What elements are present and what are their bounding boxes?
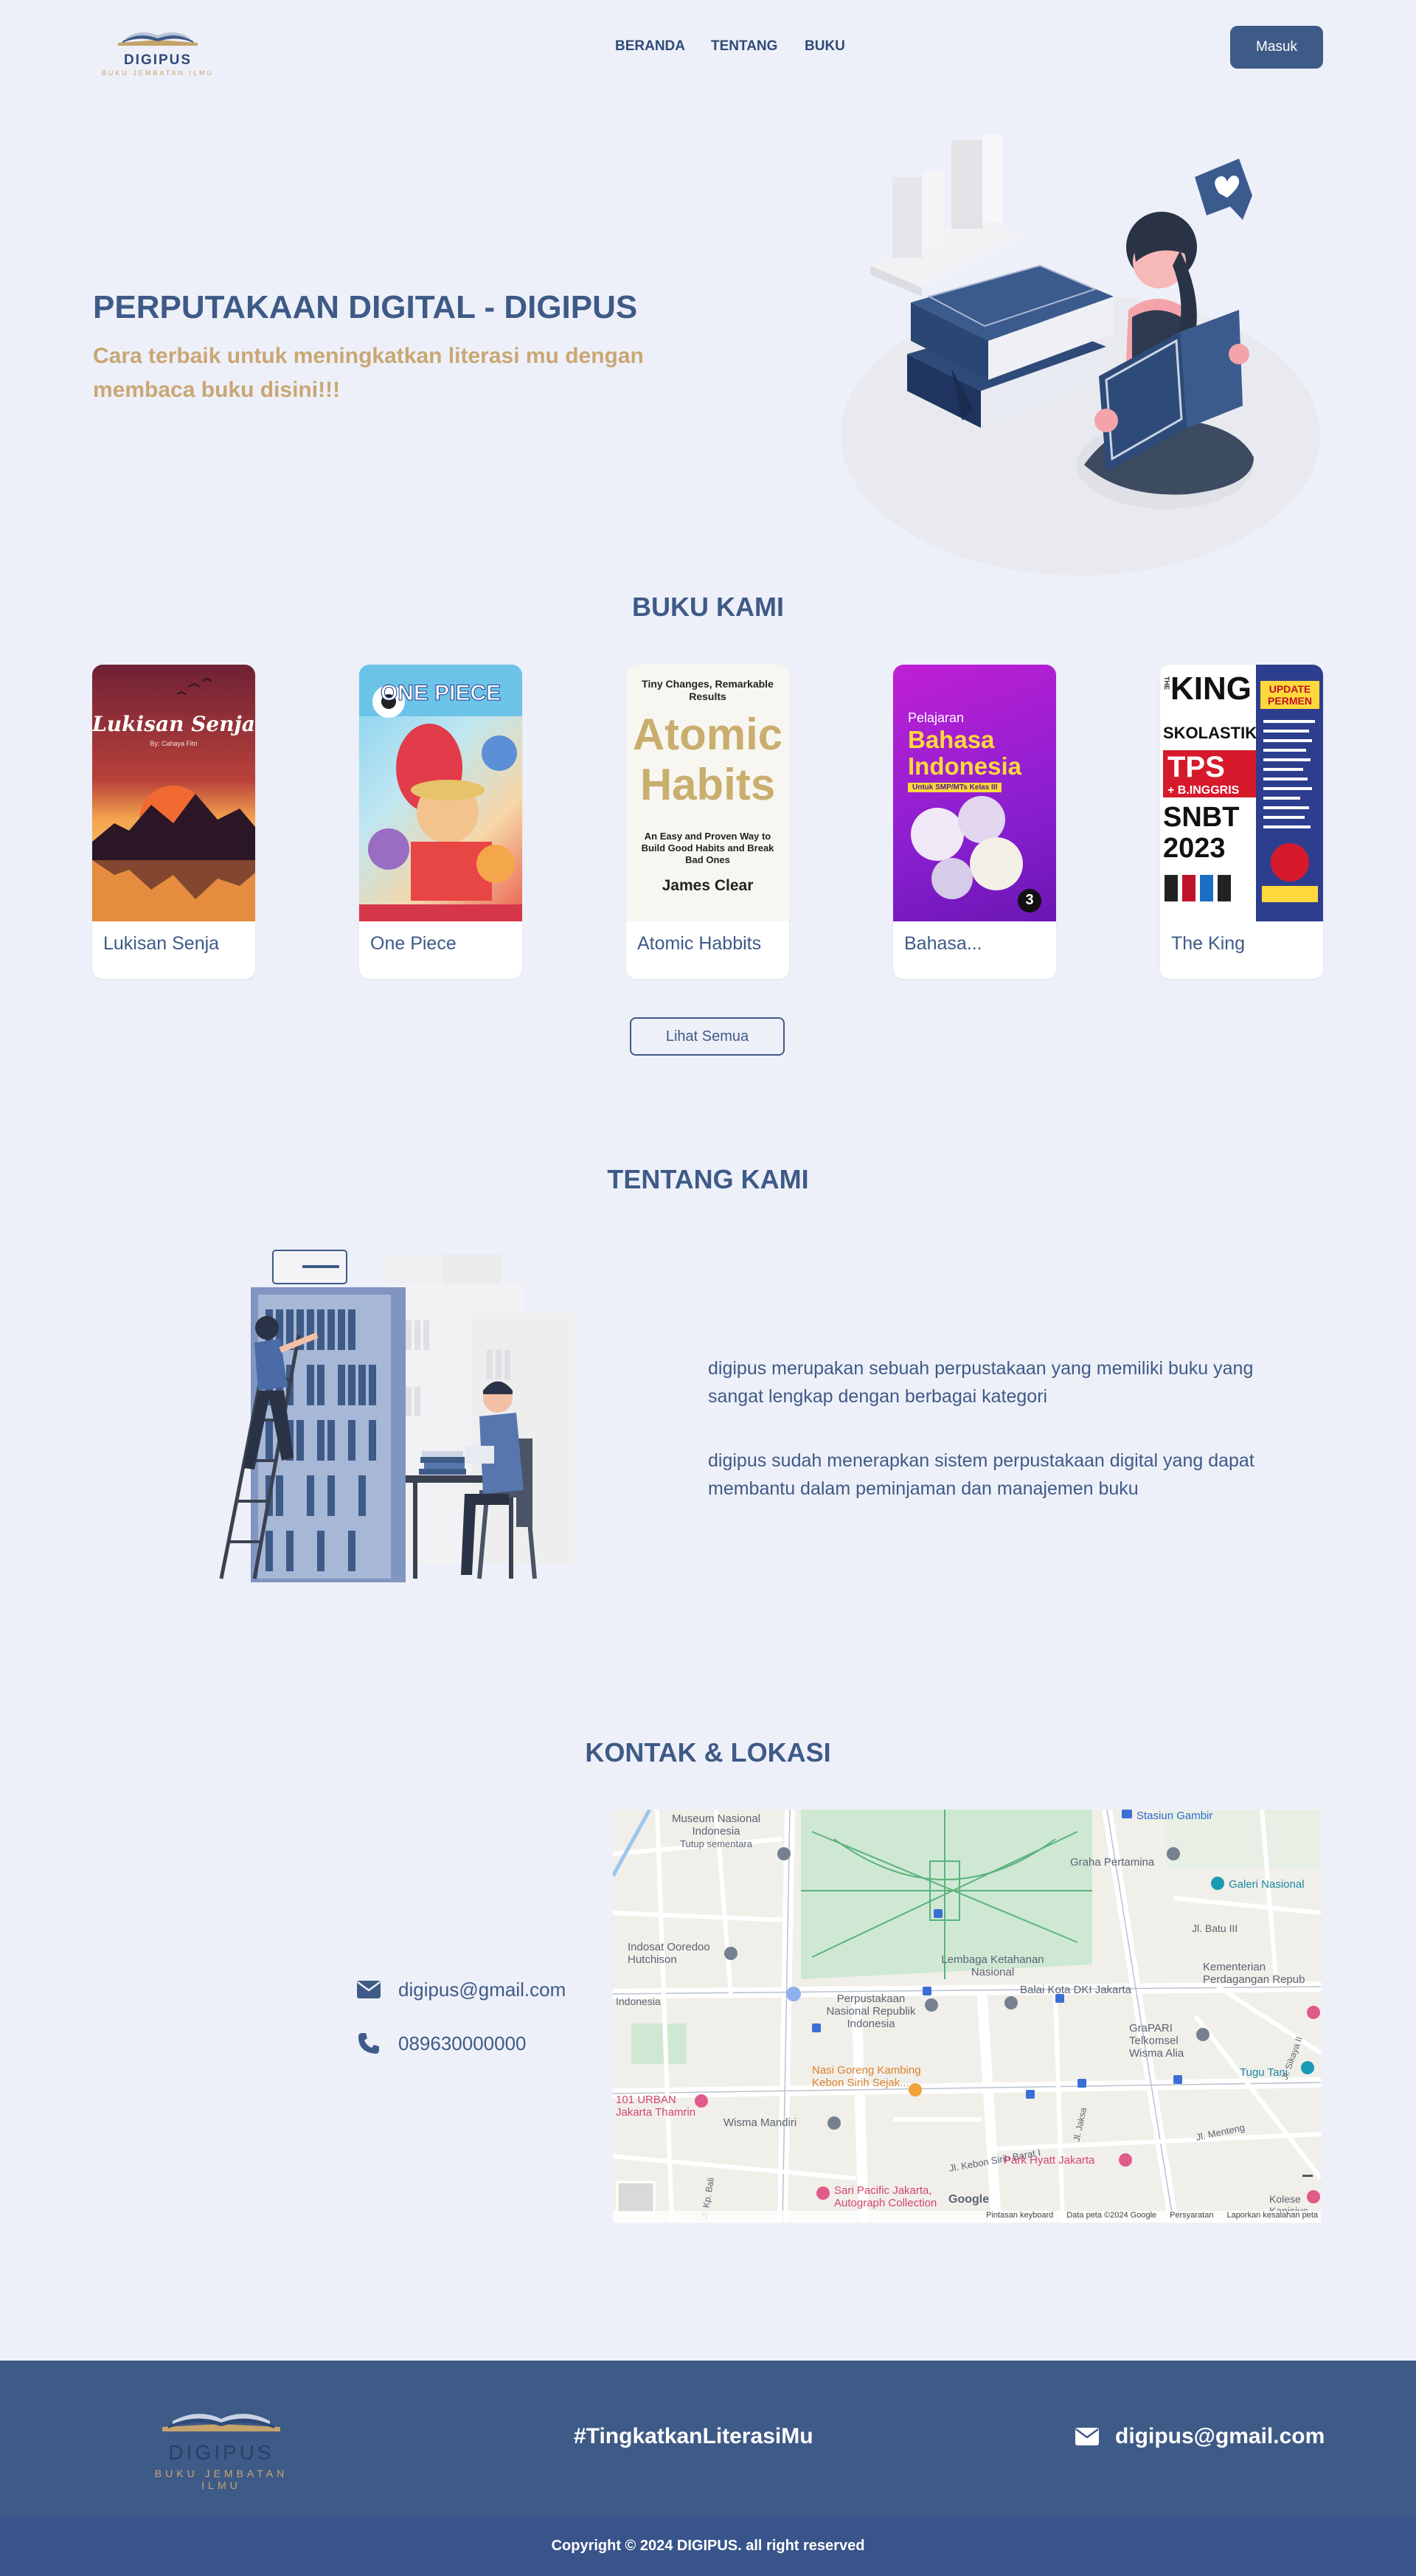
open-book-icon <box>118 32 198 46</box>
book-cover-atomic-habits: Tiny Changes, Remarkable Results Atomic … <box>626 665 789 921</box>
map-label: Nasi Goreng Kambing Kebon Sirih Sejak... <box>812 2064 921 2089</box>
site-logo[interactable]: DIGIPUS BUKU JEMBATAN ILMU <box>93 21 223 77</box>
cover-title: ONE PIECE <box>380 681 502 706</box>
book-cover-bahasa-indonesia: Pelajaran Bahasa Indonesia Untuk SMP/MTs… <box>893 665 1056 921</box>
map-label: Indonesia <box>616 1995 661 2007</box>
see-all-button[interactable]: Lihat Semua <box>630 1017 785 1056</box>
map-label: Jl. Batu III <box>1192 1922 1238 1934</box>
book-card-atomic-habits[interactable]: Tiny Changes, Remarkable Results Atomic … <box>626 665 789 979</box>
map-label: Stasiun Gambir <box>1136 1810 1213 1822</box>
books-section-title: BUKU KAMI <box>632 592 784 622</box>
cover-description: An Easy and Proven Way to Build Good Hab… <box>641 831 774 865</box>
cover-volume: 3 <box>1025 892 1034 908</box>
zoom-out-icon[interactable] <box>1302 2175 1313 2177</box>
cover-title-habits: Habits <box>639 760 776 809</box>
contact-phone[interactable]: 089630000000 <box>357 2029 527 2058</box>
login-button[interactable]: Masuk <box>1230 26 1323 69</box>
logo-text: DIGIPUS <box>123 52 192 68</box>
book-card-one-piece[interactable]: ONE PIECE One Piece <box>359 665 522 979</box>
map-shortcuts-link[interactable]: Pintasan keyboard <box>986 2211 1053 2223</box>
book-cover-the-king: THE KING UPDATE PERMEN SKOLASTIK TPS + B… <box>1160 665 1323 921</box>
nav-link-beranda[interactable]: BERANDA <box>615 38 685 55</box>
footer-logo[interactable]: DIGIPUS BUKU JEMBATAN ILMU <box>133 2400 310 2491</box>
map-label: Balai Kota DKI Jakarta <box>1020 1984 1131 1996</box>
contact-email[interactable]: digipus@gmail.com <box>357 1975 566 2004</box>
envelope-icon <box>1075 2428 1099 2445</box>
contact-section-title: KONTAK & LOKASI <box>585 1737 831 1767</box>
cover-title-atomic: Atomic <box>632 710 783 759</box>
about-paragraph-1: digipus merupakan sebuah perpustakaan ya… <box>708 1358 1254 1407</box>
map-label: Park Hyatt Jakarta <box>1004 2154 1095 2167</box>
about-section-title: TENTANG KAMI <box>607 1164 809 1194</box>
footer-email[interactable]: digipus@gmail.com <box>1075 2424 1325 2449</box>
cover-author: James Clear <box>662 877 754 894</box>
book-title: Bahasa... <box>904 933 982 954</box>
map-label: Graha Pertamina <box>1070 1856 1155 1869</box>
map-label: GraPARI Telkomsel Wisma Alia <box>1129 2022 1184 2060</box>
footer-email-text: digipus@gmail.com <box>1115 2424 1325 2448</box>
footer-logo-tagline: BUKU JEMBATAN ILMU <box>154 2468 288 2491</box>
open-book-icon <box>162 2414 280 2431</box>
contact-phone-text: 089630000000 <box>398 2032 527 2054</box>
hero-title: PERPUTAKAAN DIGITAL - DIGIPUS <box>93 289 638 325</box>
footer-logo-text: DIGIPUS <box>168 2441 274 2464</box>
map-label: Lembaga Ketahanan Nasional <box>941 1953 1044 1978</box>
map-data-text: Data peta ©2024 Google <box>1066 2211 1157 2220</box>
map-label: Museum Nasional Indonesia Tutup sementara <box>671 1812 761 1849</box>
nav-link-buku[interactable]: BUKU <box>805 38 845 55</box>
phone-icon <box>358 2033 379 2054</box>
map-attribution-bar: Pintasan keyboard Data peta ©2024 Google… <box>613 2211 1321 2223</box>
logo-tagline: BUKU JEMBATAN ILMU <box>101 69 215 77</box>
contact-email-text: digipus@gmail.com <box>398 1978 566 2001</box>
map-label: Wisma Mandiri <box>723 2116 797 2129</box>
map-label: Indosat Ooredoo Hutchison <box>628 1941 710 1966</box>
map-label: Galeri Nasional <box>1229 1878 1305 1891</box>
book-card-lukisan-senja[interactable]: Lukisan Senja By: Cahaya Fitri Lukisan S… <box>92 665 255 979</box>
library-illustration <box>199 1239 583 1586</box>
map-label: 101 URBAN Jakarta Thamrin <box>616 2094 696 2119</box>
book-card-the-king[interactable]: THE KING UPDATE PERMEN SKOLASTIK TPS + B… <box>1160 665 1323 979</box>
map-label: Kementerian Perdagangan Repub <box>1203 1961 1305 1986</box>
cover-tagline: Tiny Changes, Remarkable Results <box>642 678 774 702</box>
book-title: Atomic Habbits <box>637 933 762 954</box>
copyright-text: Copyright © 2024 DIGIPUS. all right rese… <box>551 2538 865 2554</box>
google-logo: Google <box>948 2193 990 2206</box>
book-cover-lukisan-senja: Lukisan Senja By: Cahaya Fitri <box>92 665 255 921</box>
book-title: Lukisan Senja <box>103 933 220 954</box>
hero-subtitle: Cara terbaik untuk meningkatkan literasi… <box>93 344 644 402</box>
map-report-link[interactable]: Laporkan kesalahan peta <box>1226 2211 1318 2223</box>
book-cover-one-piece: ONE PIECE <box>359 665 522 921</box>
envelope-icon <box>357 1981 381 1998</box>
map-label: Perpustakaan Nasional Republik Indonesia <box>826 1992 916 2030</box>
book-title: The King <box>1171 933 1246 954</box>
location-map[interactable]: Museum Nasional Indonesia Tutup sementara… <box>613 1810 1321 2223</box>
book-title: One Piece <box>370 933 457 954</box>
about-paragraph-2: digipus sudah menerapkan sistem perpusta… <box>708 1450 1254 1499</box>
footer-hashtag: #TingkatkanLiterasiMu <box>574 2424 813 2448</box>
book-card-bahasa-indonesia[interactable]: Pelajaran Bahasa Indonesia Untuk SMP/MTs… <box>893 665 1056 979</box>
map-terms-link[interactable]: Persyaratan <box>1170 2211 1213 2223</box>
nav-link-tentang[interactable]: TENTANG <box>711 38 777 55</box>
reading-woman-illustration <box>841 125 1320 583</box>
